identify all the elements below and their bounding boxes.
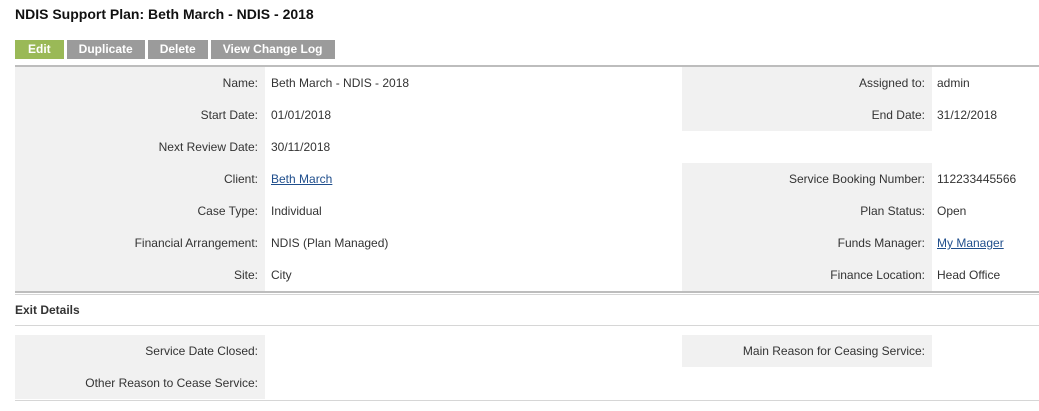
plan-status-value: Open xyxy=(937,204,967,218)
duplicate-button[interactable]: Duplicate xyxy=(66,40,145,59)
main-reason-ceasing-value xyxy=(932,335,1039,367)
other-reason-label: Other Reason to Cease Service: xyxy=(15,367,265,399)
finance-location-value: Head Office xyxy=(937,268,1001,282)
exit-divider xyxy=(15,325,1039,326)
edit-button[interactable]: Edit xyxy=(15,40,64,59)
action-toolbar: Edit Duplicate Delete View Change Log xyxy=(15,40,335,59)
detail-row-case-type: Case Type: Individual Plan Status: Open xyxy=(15,195,1039,227)
financial-arrangement-label: Financial Arrangement: xyxy=(15,227,265,259)
client-value: Beth March xyxy=(265,163,682,195)
plan-status-label: Plan Status: xyxy=(682,195,932,227)
service-date-closed-value xyxy=(265,335,682,367)
end-date-value: 31/12/2018 xyxy=(937,108,998,122)
detail-row-client: Client: Beth March Service Booking Numbe… xyxy=(15,163,1039,195)
detail-row-dates: Start Date: 01/01/2018 End Date: 31/12/2… xyxy=(15,99,1039,131)
main-reason-ceasing-label: Main Reason for Ceasing Service: xyxy=(682,335,932,367)
next-review-date-label: Next Review Date: xyxy=(15,131,265,163)
name-value: Beth March - NDIS - 2018 xyxy=(271,76,410,90)
next-review-date-value: 30/11/2018 xyxy=(271,140,331,154)
exit-row-closed: Service Date Closed: Main Reason for Cea… xyxy=(15,335,1039,367)
case-type-label: Case Type: xyxy=(15,195,265,227)
delete-button[interactable]: Delete xyxy=(147,40,208,59)
section-divider-thin xyxy=(15,294,1039,295)
funds-manager-label: Funds Manager: xyxy=(682,227,932,259)
client-link[interactable]: Beth March xyxy=(271,172,332,186)
detail-row-site: Site: City Finance Location: Head Office xyxy=(15,259,1039,291)
service-booking-number-label: Service Booking Number: xyxy=(682,163,932,195)
start-date-label: Start Date: xyxy=(15,99,265,131)
funds-manager-value: My Manager xyxy=(932,227,1039,259)
exit-row-other-reason: Other Reason to Cease Service: xyxy=(15,367,1039,399)
funds-manager-link[interactable]: My Manager xyxy=(937,236,1004,250)
exit-details-heading: Exit Details xyxy=(15,303,80,317)
service-booking-number-value: 112233445566 xyxy=(937,172,1017,186)
name-label: Name: xyxy=(15,67,265,99)
bottom-divider xyxy=(15,400,1039,401)
end-date-label: End Date: xyxy=(682,99,932,131)
assigned-to-value: admin xyxy=(937,76,970,90)
finance-location-label: Finance Location: xyxy=(682,259,932,291)
section-divider xyxy=(15,291,1039,293)
detail-row-review: Next Review Date: 30/11/2018 xyxy=(15,131,1039,163)
detail-row-name: Name: Beth March - NDIS - 2018 Assigned … xyxy=(15,67,1039,99)
assigned-to-label: Assigned to: xyxy=(682,67,932,99)
client-label: Client: xyxy=(15,163,265,195)
site-label: Site: xyxy=(15,259,265,291)
view-change-log-button[interactable]: View Change Log xyxy=(210,40,335,59)
page-title: NDIS Support Plan: Beth March - NDIS - 2… xyxy=(15,6,314,22)
site-value: City xyxy=(271,268,292,282)
service-date-closed-label: Service Date Closed: xyxy=(15,335,265,367)
financial-arrangement-value: NDIS (Plan Managed) xyxy=(271,236,389,250)
detail-row-financial: Financial Arrangement: NDIS (Plan Manage… xyxy=(15,227,1039,259)
case-type-value: Individual xyxy=(271,204,322,218)
other-reason-value xyxy=(265,367,682,399)
start-date-value: 01/01/2018 xyxy=(271,108,332,122)
